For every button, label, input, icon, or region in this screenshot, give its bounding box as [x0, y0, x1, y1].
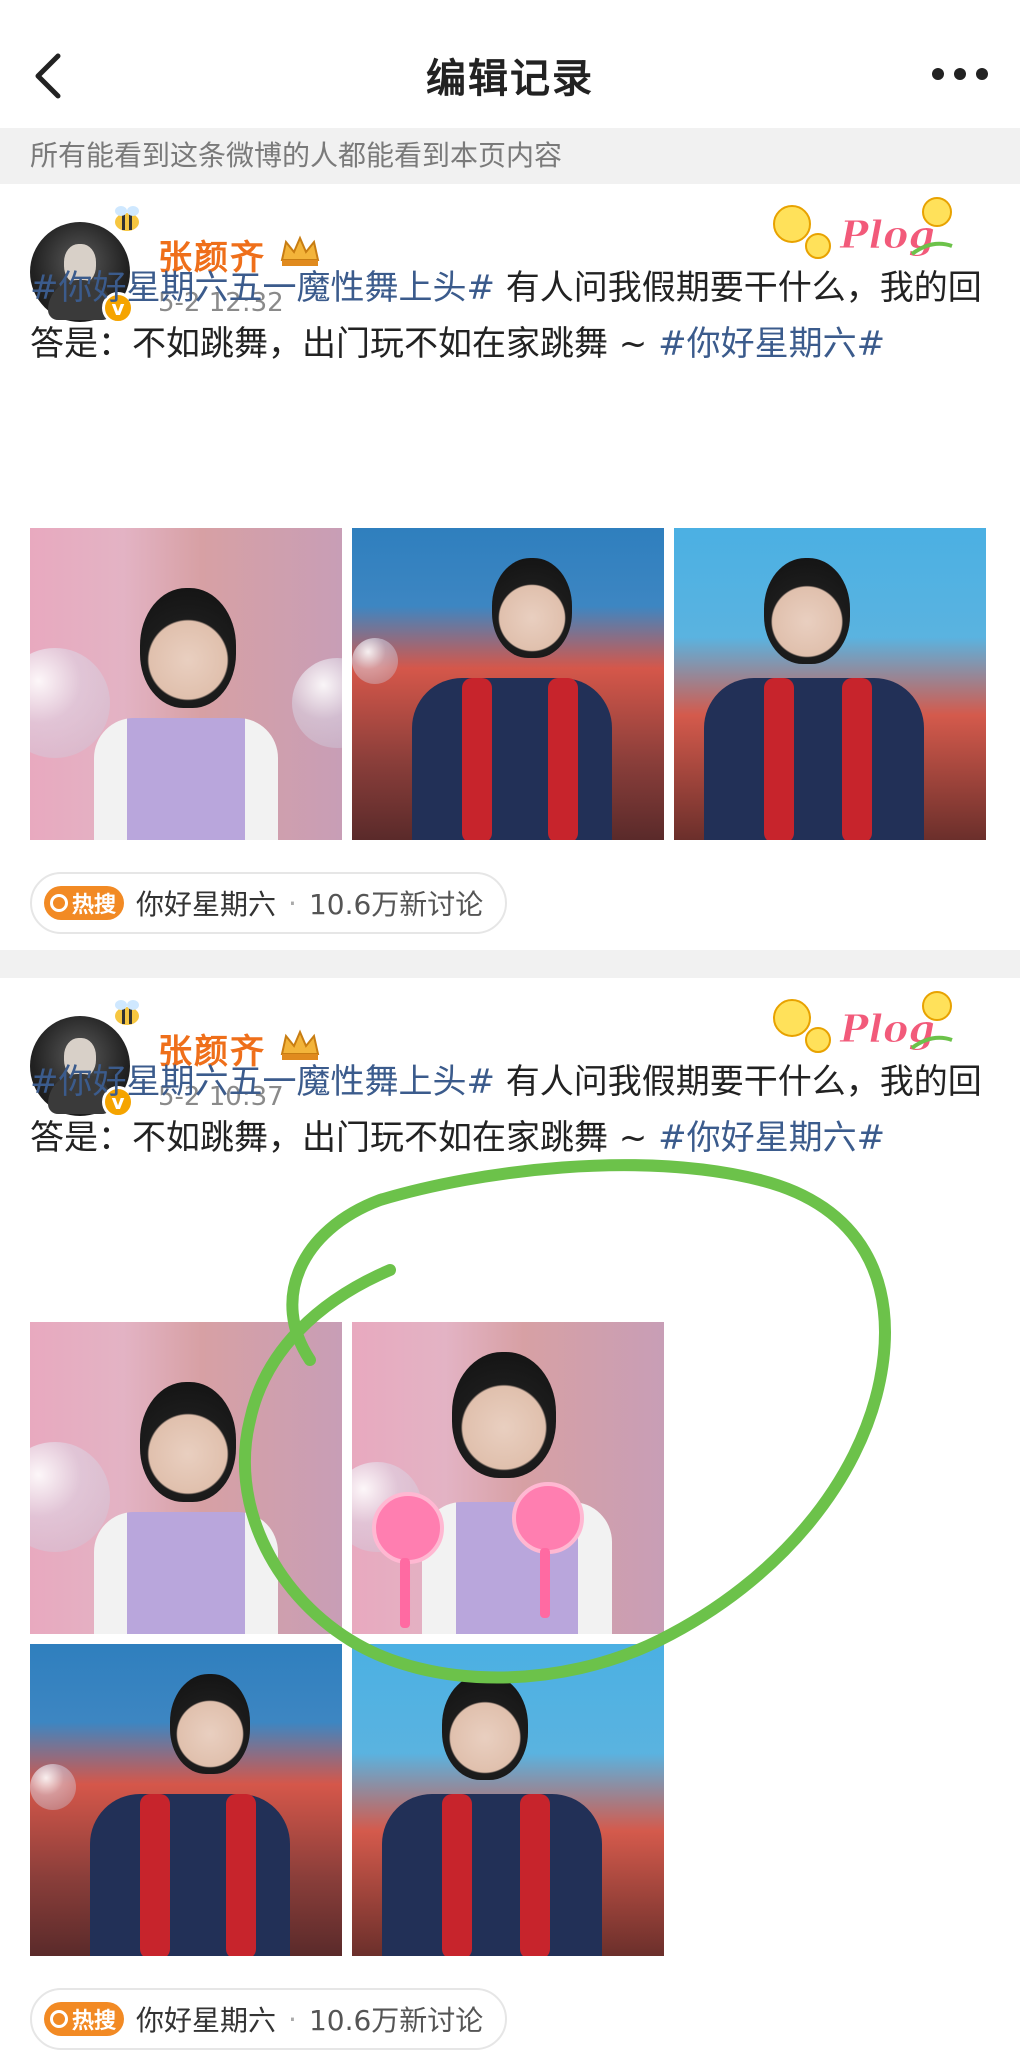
post-photo[interactable] [30, 1644, 342, 1956]
post-photo-added[interactable] [352, 1322, 664, 1634]
nav-bar: 编辑记录 [0, 0, 1020, 128]
hashtag-link[interactable]: #你好星期六五一魔性舞上头# [30, 268, 495, 308]
discussion-count: 10.6万新讨论 [308, 888, 484, 921]
post-photo[interactable] [30, 1322, 342, 1634]
more-button[interactable] [928, 60, 992, 88]
visibility-notice: 所有能看到这条微博的人都能看到本页内容 [0, 128, 1020, 184]
post-body: #你好星期六五一魔性舞上头# 有人问我假期要干什么，我的回答是：不如跳舞，出门玩… [30, 1054, 990, 1166]
post-photo[interactable] [352, 1644, 664, 1956]
hot-search-tag: 热搜 [44, 2002, 125, 2036]
discussion-count: 10.6万新讨论 [308, 2004, 484, 2037]
topic-name: 你好星期六 [136, 888, 277, 921]
post-photo[interactable] [352, 528, 664, 840]
post-card: v 张颜齐 5-2 12:32 Plog #你好星期六五一魔性舞上头# 有人问我… [0, 184, 1020, 950]
hashtag-link[interactable]: #你好星期六五一魔性舞上头# [30, 1062, 495, 1102]
page-title: 编辑记录 [426, 56, 594, 102]
hot-topic-chip[interactable]: 热搜 你好星期六 · 10.6万新讨论 [30, 1988, 508, 2050]
hashtag-link[interactable]: #你好星期六# [658, 1118, 885, 1158]
post-body: #你好星期六五一魔性舞上头# 有人问我假期要干什么，我的回答是：不如跳舞，出门玩… [30, 260, 990, 372]
post-photo[interactable] [674, 528, 986, 840]
topic-name: 你好星期六 [136, 2004, 277, 2037]
hot-search-tag: 热搜 [44, 886, 125, 920]
post-photo[interactable] [30, 528, 342, 840]
post-card: v 张颜齐 5-2 10:37 Plog #你好星期六五一魔性舞上头# 有人问我… [0, 978, 1020, 2068]
hot-topic-chip[interactable]: 热搜 你好星期六 · 10.6万新讨论 [30, 872, 508, 934]
divider [0, 950, 1020, 978]
search-icon [50, 2010, 68, 2028]
bee-decoration-icon [115, 206, 139, 231]
separator-dot: · [288, 2002, 297, 2036]
separator-dot: · [288, 886, 297, 920]
more-dots-icon [932, 68, 988, 80]
search-icon [50, 894, 68, 912]
bee-decoration-icon [115, 1000, 139, 1025]
hashtag-link[interactable]: #你好星期六# [658, 324, 885, 364]
